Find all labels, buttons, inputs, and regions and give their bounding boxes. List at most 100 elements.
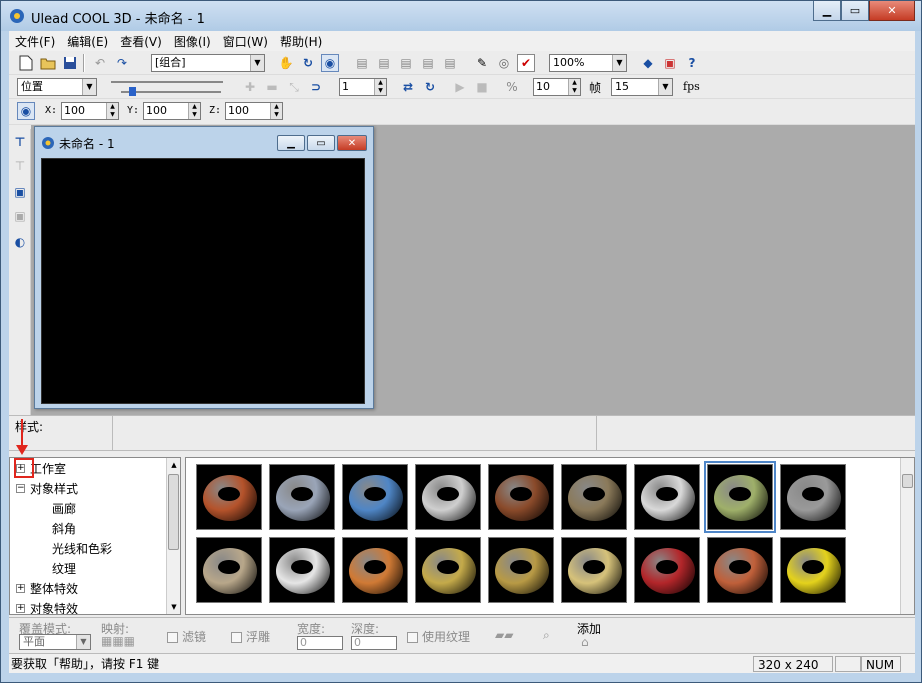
align-bottom-icon[interactable]: ▤ — [441, 54, 459, 72]
menu-window[interactable]: 窗口(W) — [217, 33, 274, 50]
tree-item-gallery[interactable]: 画廊 — [52, 498, 76, 518]
style-thumbnail-green-lichen[interactable] — [704, 461, 776, 533]
insert-text-icon[interactable]: ⊤ — [11, 133, 29, 151]
tree-item-object-fx[interactable]: + 对象特效 — [16, 598, 78, 614]
align-center-icon[interactable]: ▤ — [375, 54, 393, 72]
redo-icon[interactable]: ↷ — [113, 54, 131, 72]
search-icon[interactable]: ⌕ — [543, 628, 550, 643]
loop-icon[interactable]: ⇄ — [399, 78, 417, 96]
percent-icon[interactable]: % — [503, 78, 521, 96]
spinner-arrows-icon[interactable]: ▲ ▼ — [568, 79, 580, 95]
align-left-icon[interactable]: ▤ — [353, 54, 371, 72]
scroll-thumb[interactable] — [168, 474, 179, 550]
frames-spinner[interactable]: 10 ▲ ▼ — [533, 78, 581, 96]
palette-icon[interactable]: ◆ — [639, 54, 657, 72]
texture-icon[interactable]: ▰▰ — [495, 628, 513, 642]
style-thumbnail-brass[interactable] — [561, 537, 627, 603]
check-icon[interactable]: ✔ — [517, 54, 535, 72]
render-canvas[interactable] — [41, 158, 365, 404]
maximize-button[interactable]: ▭ — [841, 1, 869, 21]
style-thumbnail-rock[interactable] — [561, 464, 627, 530]
remove-keyframe-icon[interactable]: ▬ — [263, 78, 281, 96]
style-thumbnail-gold[interactable] — [415, 537, 481, 603]
reverse-icon[interactable]: ⤡ — [285, 78, 303, 96]
help-cursor-icon[interactable]: ? — [683, 54, 701, 72]
style-thumbnail-wood-grain[interactable] — [488, 464, 554, 530]
spinner-arrows-icon[interactable]: ▲ ▼ — [106, 103, 118, 119]
menu-file[interactable]: 文件(F) — [9, 33, 61, 50]
rotate-icon[interactable]: ↻ — [299, 54, 317, 72]
cover-mode-select[interactable]: 平面 ▼ — [19, 634, 91, 650]
tree-item-object-style[interactable]: − 对象样式 — [16, 478, 78, 498]
menu-view[interactable]: 查看(V) — [114, 33, 168, 50]
doc-minimize-button[interactable]: ▁ — [277, 135, 305, 151]
menu-help[interactable]: 帮助(H) — [274, 33, 328, 50]
depth-spinner[interactable]: 0 — [351, 636, 397, 650]
refresh-icon[interactable]: ↻ — [421, 78, 439, 96]
style-thumbnail-copper[interactable] — [342, 537, 408, 603]
spinner-arrows-icon[interactable]: ▲ ▼ — [374, 79, 386, 95]
style-thumbnail-sand[interactable] — [196, 537, 262, 603]
y-spinner[interactable]: 100 ▲ ▼ — [143, 102, 201, 120]
undo-icon[interactable]: ↶ — [91, 54, 109, 72]
style-thumbnail-silver-pattern[interactable] — [269, 464, 335, 530]
style-thumbnail-orange-brick[interactable] — [707, 537, 773, 603]
tree-item-texture[interactable]: 纹理 — [52, 558, 76, 578]
open-folder-icon[interactable] — [39, 54, 57, 72]
style-thumbnail-red-brick[interactable] — [196, 464, 262, 530]
scroll-down-icon[interactable]: ▼ — [167, 600, 180, 614]
hand-move-icon[interactable]: ✋ — [277, 54, 295, 72]
scroll-up-icon[interactable]: ▲ — [167, 458, 180, 472]
slider-thumb[interactable] — [129, 87, 136, 96]
picture-icon[interactable]: ▣ — [661, 54, 679, 72]
scroll-thumb[interactable] — [902, 474, 913, 488]
pen-icon[interactable]: ✎ — [473, 54, 491, 72]
tree-item-global-fx[interactable]: + 整体特效 — [16, 578, 78, 598]
x-spinner[interactable]: 100 ▲ ▼ — [61, 102, 119, 120]
menu-image[interactable]: 图像(I) — [168, 33, 217, 50]
minimize-button[interactable]: ▁ — [813, 1, 841, 21]
style-thumbnail-bronze[interactable] — [488, 537, 554, 603]
z-spinner[interactable]: 100 ▲ ▼ — [225, 102, 283, 120]
save-icon[interactable] — [61, 54, 79, 72]
spinner-arrows-icon[interactable]: ▲ ▼ — [188, 103, 200, 119]
expand-icon[interactable]: + — [16, 603, 25, 613]
style-thumbnail-red-tile[interactable] — [634, 537, 700, 603]
align-right-icon[interactable]: ▤ — [397, 54, 415, 72]
add-keyframe-icon[interactable]: ✚ — [241, 78, 259, 96]
insert-graphic-icon[interactable]: ▣ — [11, 183, 29, 201]
edit-graphic-icon[interactable]: ▣ — [11, 207, 29, 225]
align-top-icon[interactable]: ▤ — [419, 54, 437, 72]
style-thumbnail-white-brick[interactable] — [415, 464, 481, 530]
frame-spinner[interactable]: 1 ▲ ▼ — [339, 78, 387, 96]
menu-edit[interactable]: 编辑(E) — [61, 33, 114, 50]
globe-icon[interactable]: ◎ — [495, 54, 513, 72]
new-file-icon[interactable] — [17, 54, 35, 72]
size-icon[interactable]: ◉ — [321, 54, 339, 72]
spinner-arrows-icon[interactable]: ▲ ▼ — [270, 103, 282, 119]
gallery-scrollbar[interactable] — [900, 458, 914, 614]
style-thumbnail-chrome[interactable] — [269, 537, 335, 603]
doc-maximize-button[interactable]: ▭ — [307, 135, 335, 151]
timeline-slider[interactable] — [109, 79, 233, 96]
fps-select[interactable]: 15 ▼ — [611, 78, 673, 96]
use-texture-checkbox[interactable]: 使用纹理 — [407, 628, 470, 645]
attribute-select[interactable]: 位置 ▼ — [17, 78, 97, 96]
style-thumbnail-marble[interactable] — [634, 464, 700, 530]
expand-icon[interactable]: + — [16, 583, 25, 593]
insert-geometry-icon[interactable]: ◐ — [11, 233, 29, 251]
zoom-select[interactable]: 100% ▼ — [549, 54, 627, 72]
close-button[interactable]: ✕ — [869, 1, 915, 21]
tree-item-light-color[interactable]: 光线和色彩 — [52, 538, 112, 558]
style-thumbnail-yellow[interactable] — [780, 537, 846, 603]
mapping-icons[interactable]: ▦▦▦ — [101, 634, 135, 648]
tree-scrollbar[interactable]: ▲ ▼ — [166, 458, 180, 614]
doc-close-button[interactable]: ✕ — [337, 135, 367, 151]
object-select[interactable]: [组合] ▼ — [151, 54, 265, 72]
collapse-icon[interactable]: − — [16, 483, 25, 493]
position-icon[interactable]: ◉ — [17, 102, 35, 120]
filter-checkbox[interactable]: 滤镜 — [167, 628, 206, 645]
title-bar[interactable]: Ulead COOL 3D - 未命名 - 1 ▁ ▭ ✕ — [1, 1, 921, 31]
width-spinner[interactable]: 0 — [297, 636, 343, 650]
stop-icon[interactable]: ■ — [473, 78, 491, 96]
